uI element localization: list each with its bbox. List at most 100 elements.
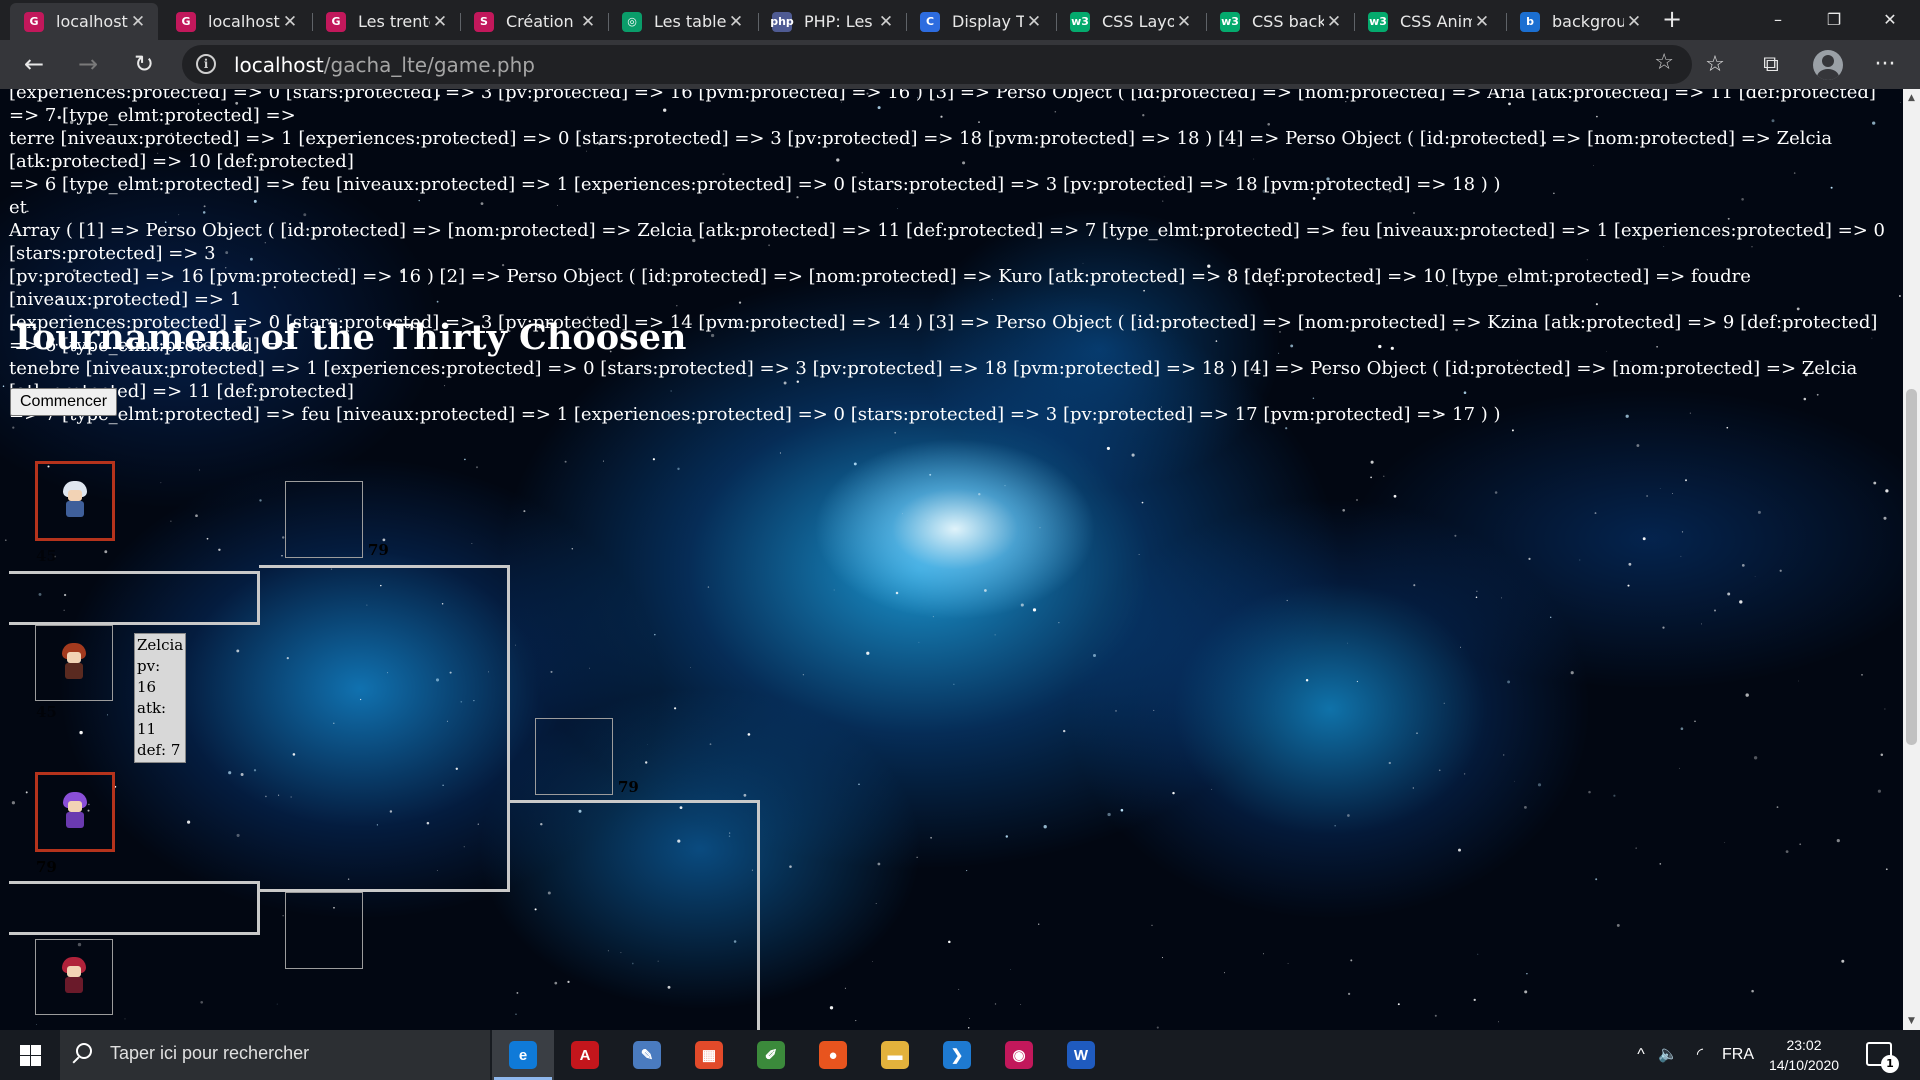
tab-label: CSS Anim [1400, 12, 1472, 31]
address-bar[interactable]: i localhost/gacha_lte/game.php ☆ [182, 45, 1692, 84]
tab-10[interactable]: w3 CSS Anim ✕ [1354, 3, 1502, 40]
firefox-app[interactable]: ● [802, 1030, 864, 1080]
notepad-app[interactable]: ✐ [740, 1030, 802, 1080]
url-text[interactable]: localhost/gacha_lte/game.php [234, 53, 535, 77]
scroll-up-arrow-icon[interactable]: ▲ [1906, 93, 1917, 103]
round3-slot[interactable] [535, 718, 613, 795]
tooltip-pv: pv: 16 [137, 657, 161, 696]
bracket-line [257, 881, 260, 935]
settings-menu-icon[interactable]: ··· [1870, 50, 1900, 80]
start-button[interactable]: Commencer [10, 388, 118, 416]
wifi-icon[interactable]: ◜ [1686, 1030, 1714, 1080]
tab-close-icon[interactable]: ✕ [430, 12, 450, 32]
favorite-star-icon[interactable]: ☆ [1654, 50, 1674, 75]
tab-label: Les trente [358, 12, 430, 31]
tab-11[interactable]: b backgrou ✕ [1506, 3, 1654, 40]
acrobat-app[interactable]: A [554, 1030, 616, 1080]
character-slot-3[interactable] [35, 772, 115, 852]
character-slot-2[interactable] [35, 625, 113, 701]
profile-avatar[interactable] [1813, 50, 1843, 80]
back-button[interactable]: ← [16, 47, 52, 83]
sprite-body [66, 812, 84, 828]
tab-2[interactable]: Glocalhost/✕ [162, 3, 310, 40]
purple-hair-sprite [60, 792, 90, 830]
tab-label: localhost/ [208, 12, 280, 31]
tray-chevron-icon[interactable]: ^ [1628, 1030, 1654, 1080]
tab-close-icon[interactable]: ✕ [876, 12, 896, 32]
tab-label: Création d [506, 12, 578, 31]
word-app[interactable]: W [1050, 1030, 1112, 1080]
explorer-app[interactable]: ▬ [864, 1030, 926, 1080]
tab-7[interactable]: C Display Te✕ [906, 3, 1054, 40]
bracket-line [257, 571, 260, 625]
tab-3[interactable]: G Les trente✕ [312, 3, 460, 40]
scroll-down-arrow-icon[interactable]: ▼ [1906, 1016, 1917, 1026]
paint-app[interactable]: ✎ [616, 1030, 678, 1080]
red-hair-sprite [59, 643, 89, 681]
scroll-thumb[interactable] [1906, 389, 1917, 745]
tab-close-icon[interactable]: ✕ [1024, 12, 1044, 32]
dump-line: => 7 [type_elmt:protected] => feu [nivea… [9, 404, 1501, 425]
minimize-button[interactable]: – [1750, 0, 1806, 40]
character-score: 45 [36, 703, 57, 721]
bracket-line [259, 565, 509, 568]
tab-close-icon[interactable]: ✕ [1174, 12, 1194, 32]
favorites-icon[interactable]: ☆ [1700, 50, 1730, 80]
page-scrollbar[interactable]: ▲ ▼ [1903, 89, 1920, 1030]
tab-close-icon[interactable]: ✕ [1324, 12, 1344, 32]
bracket-line [9, 571, 259, 574]
w3schools-icon: w3 [1070, 11, 1090, 32]
vscode-app[interactable]: ❯ [926, 1030, 988, 1080]
tab-close-icon[interactable]: ✕ [1472, 12, 1492, 32]
tab-9[interactable]: w3 CSS backg✕ [1206, 3, 1354, 40]
collections-icon[interactable]: ⧉ [1756, 50, 1786, 80]
site-info-icon[interactable]: i [196, 54, 216, 74]
character-slot-4[interactable] [35, 939, 113, 1015]
volume-icon[interactable]: 🔈 [1654, 1030, 1682, 1080]
clock-date: 14/10/2020 [1768, 1057, 1840, 1073]
url-host: localhost [234, 53, 324, 77]
tab-close-icon[interactable]: ✕ [128, 12, 148, 32]
new-tab-button[interactable]: + [1656, 4, 1688, 36]
tab-label: Display Te [952, 12, 1024, 31]
globe-icon: ◎ [622, 11, 642, 32]
capture-app[interactable]: ◉ [988, 1030, 1050, 1080]
notepad-app-icon: ✐ [757, 1041, 785, 1069]
sprite-body [65, 977, 83, 993]
reload-button[interactable]: ↻ [126, 47, 162, 83]
character-slot-1[interactable] [35, 461, 115, 541]
tab-label: Les tablea [654, 12, 726, 31]
edge-app[interactable]: e [492, 1030, 554, 1080]
sprite-face [68, 801, 82, 812]
bracket-line [9, 932, 259, 935]
round2-slot-top[interactable] [285, 481, 363, 558]
maximize-button[interactable]: ❐ [1806, 0, 1862, 40]
tab-close-icon[interactable]: ✕ [726, 12, 746, 32]
tab-8[interactable]: w3 CSS Layou✕ [1056, 3, 1204, 40]
round2-slot-bottom[interactable] [285, 892, 363, 969]
w3schools-icon: w3 [1368, 11, 1388, 32]
tab-label: localhost/ [56, 12, 128, 31]
tab-label: CSS backg [1252, 12, 1324, 31]
taskbar-search-box[interactable]: Taper ici pour rechercher [60, 1030, 490, 1080]
forward-button[interactable]: → [70, 47, 106, 83]
tab-4[interactable]: S Création d✕ [460, 3, 608, 40]
tab-1[interactable]: Glocalhost/✕ [10, 3, 158, 40]
url-path: /gacha_lte/game.php [323, 53, 536, 77]
close-window-button[interactable]: ✕ [1862, 0, 1918, 40]
language-indicator[interactable]: FRA [1718, 1030, 1758, 1080]
tab-close-icon[interactable]: ✕ [280, 12, 300, 32]
dump-line: tenebre [niveaux:protected] => 1 [experi… [9, 358, 1858, 402]
windows-start-icon[interactable] [0, 1030, 60, 1080]
tab-close-icon[interactable]: ✕ [578, 12, 598, 32]
tab-5[interactable]: ◎ Les tablea✕ [608, 3, 756, 40]
edge-app-icon: e [509, 1041, 537, 1069]
character-score: 45 [36, 547, 57, 565]
tooltip-name: Zelcia [137, 636, 184, 654]
sprite-body [66, 501, 84, 517]
tab-6[interactable]: php PHP: Les c✕ [758, 3, 906, 40]
tab-close-icon[interactable]: ✕ [1624, 12, 1644, 32]
paint-app-icon: ✎ [633, 1041, 661, 1069]
taskbar-clock[interactable]: 23:02 14/10/2020 [1762, 1035, 1846, 1075]
palette-app[interactable]: ▦ [678, 1030, 740, 1080]
